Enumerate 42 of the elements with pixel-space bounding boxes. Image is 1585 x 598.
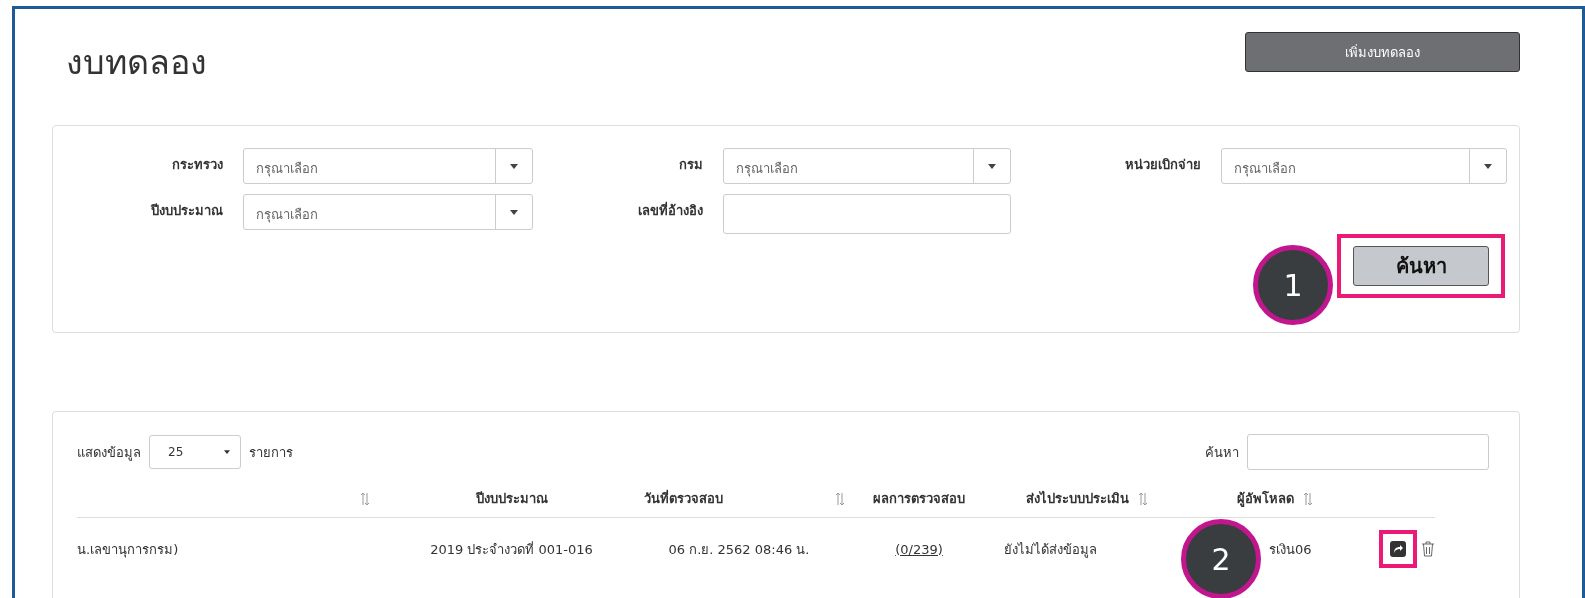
page-size-suffix: รายการ bbox=[249, 443, 293, 462]
share-icon[interactable] bbox=[1389, 540, 1407, 558]
input-field[interactable] bbox=[723, 194, 1011, 234]
page-size-label: แสดงข้อมูล bbox=[77, 443, 141, 463]
sort-icon[interactable] bbox=[361, 492, 369, 505]
field-label: ปีงบประมาณ bbox=[149, 202, 223, 220]
step-badge: 2 bbox=[1181, 519, 1261, 598]
column-header[interactable]: ปีงบประมาณ bbox=[475, 488, 548, 509]
select-field[interactable]: กรุณาเลือก bbox=[243, 148, 533, 184]
column-header[interactable]: ผู้อัพโหลด bbox=[1236, 488, 1294, 509]
sort-icon[interactable] bbox=[1303, 492, 1312, 505]
table-cell: ยังไม่ได้ส่งข้อมูล bbox=[1004, 541, 1097, 557]
field-label: กรม bbox=[678, 156, 703, 174]
table-cell: น.เลขานุการกรม) bbox=[77, 541, 179, 557]
table-cell: 06 ก.ย. 2562 08:46 น. bbox=[668, 541, 810, 557]
caret-icon bbox=[1484, 163, 1492, 169]
sort-icon[interactable] bbox=[836, 492, 844, 505]
field-label: หน่วยเบิกจ่าย bbox=[1124, 156, 1201, 174]
table-cell: 2019 ประจำงวดที่ 001-016 bbox=[430, 541, 593, 557]
select-field[interactable]: กรุณาเลือก bbox=[1221, 148, 1507, 184]
page-title: งบทดลอง bbox=[66, 41, 207, 84]
select-field[interactable]: กรุณาเลือก bbox=[243, 194, 533, 230]
caret-icon bbox=[988, 163, 996, 169]
table-cell: รเงิน06 bbox=[1269, 541, 1312, 557]
caret-icon bbox=[510, 163, 518, 169]
caret-icon bbox=[510, 209, 518, 215]
search-button[interactable]: ค้นหา bbox=[1353, 246, 1489, 286]
caret-icon bbox=[224, 450, 230, 454]
column-header[interactable]: ผลการตรวจสอบ bbox=[873, 488, 965, 509]
field-label: กระทรวง bbox=[171, 156, 223, 174]
field-label: เลขที่อ้างอิง bbox=[637, 200, 703, 220]
select-field[interactable]: กรุณาเลือก bbox=[723, 148, 1011, 184]
column-header[interactable]: วันที่ตรวจสอบ bbox=[644, 488, 723, 509]
result-link[interactable]: (0/239) bbox=[895, 541, 943, 557]
trash-icon[interactable] bbox=[1421, 541, 1435, 557]
step-badge: 1 bbox=[1253, 245, 1333, 325]
page-size-select[interactable]: 25 bbox=[149, 435, 241, 469]
search-label: ค้นหา bbox=[1205, 443, 1239, 462]
add-button[interactable]: เพิ่มงบทดลอง bbox=[1245, 32, 1520, 72]
sort-icon[interactable] bbox=[1139, 492, 1147, 505]
search-field[interactable] bbox=[1247, 434, 1489, 470]
column-header[interactable]: ส่งไประบบประเมิน bbox=[1026, 488, 1129, 509]
